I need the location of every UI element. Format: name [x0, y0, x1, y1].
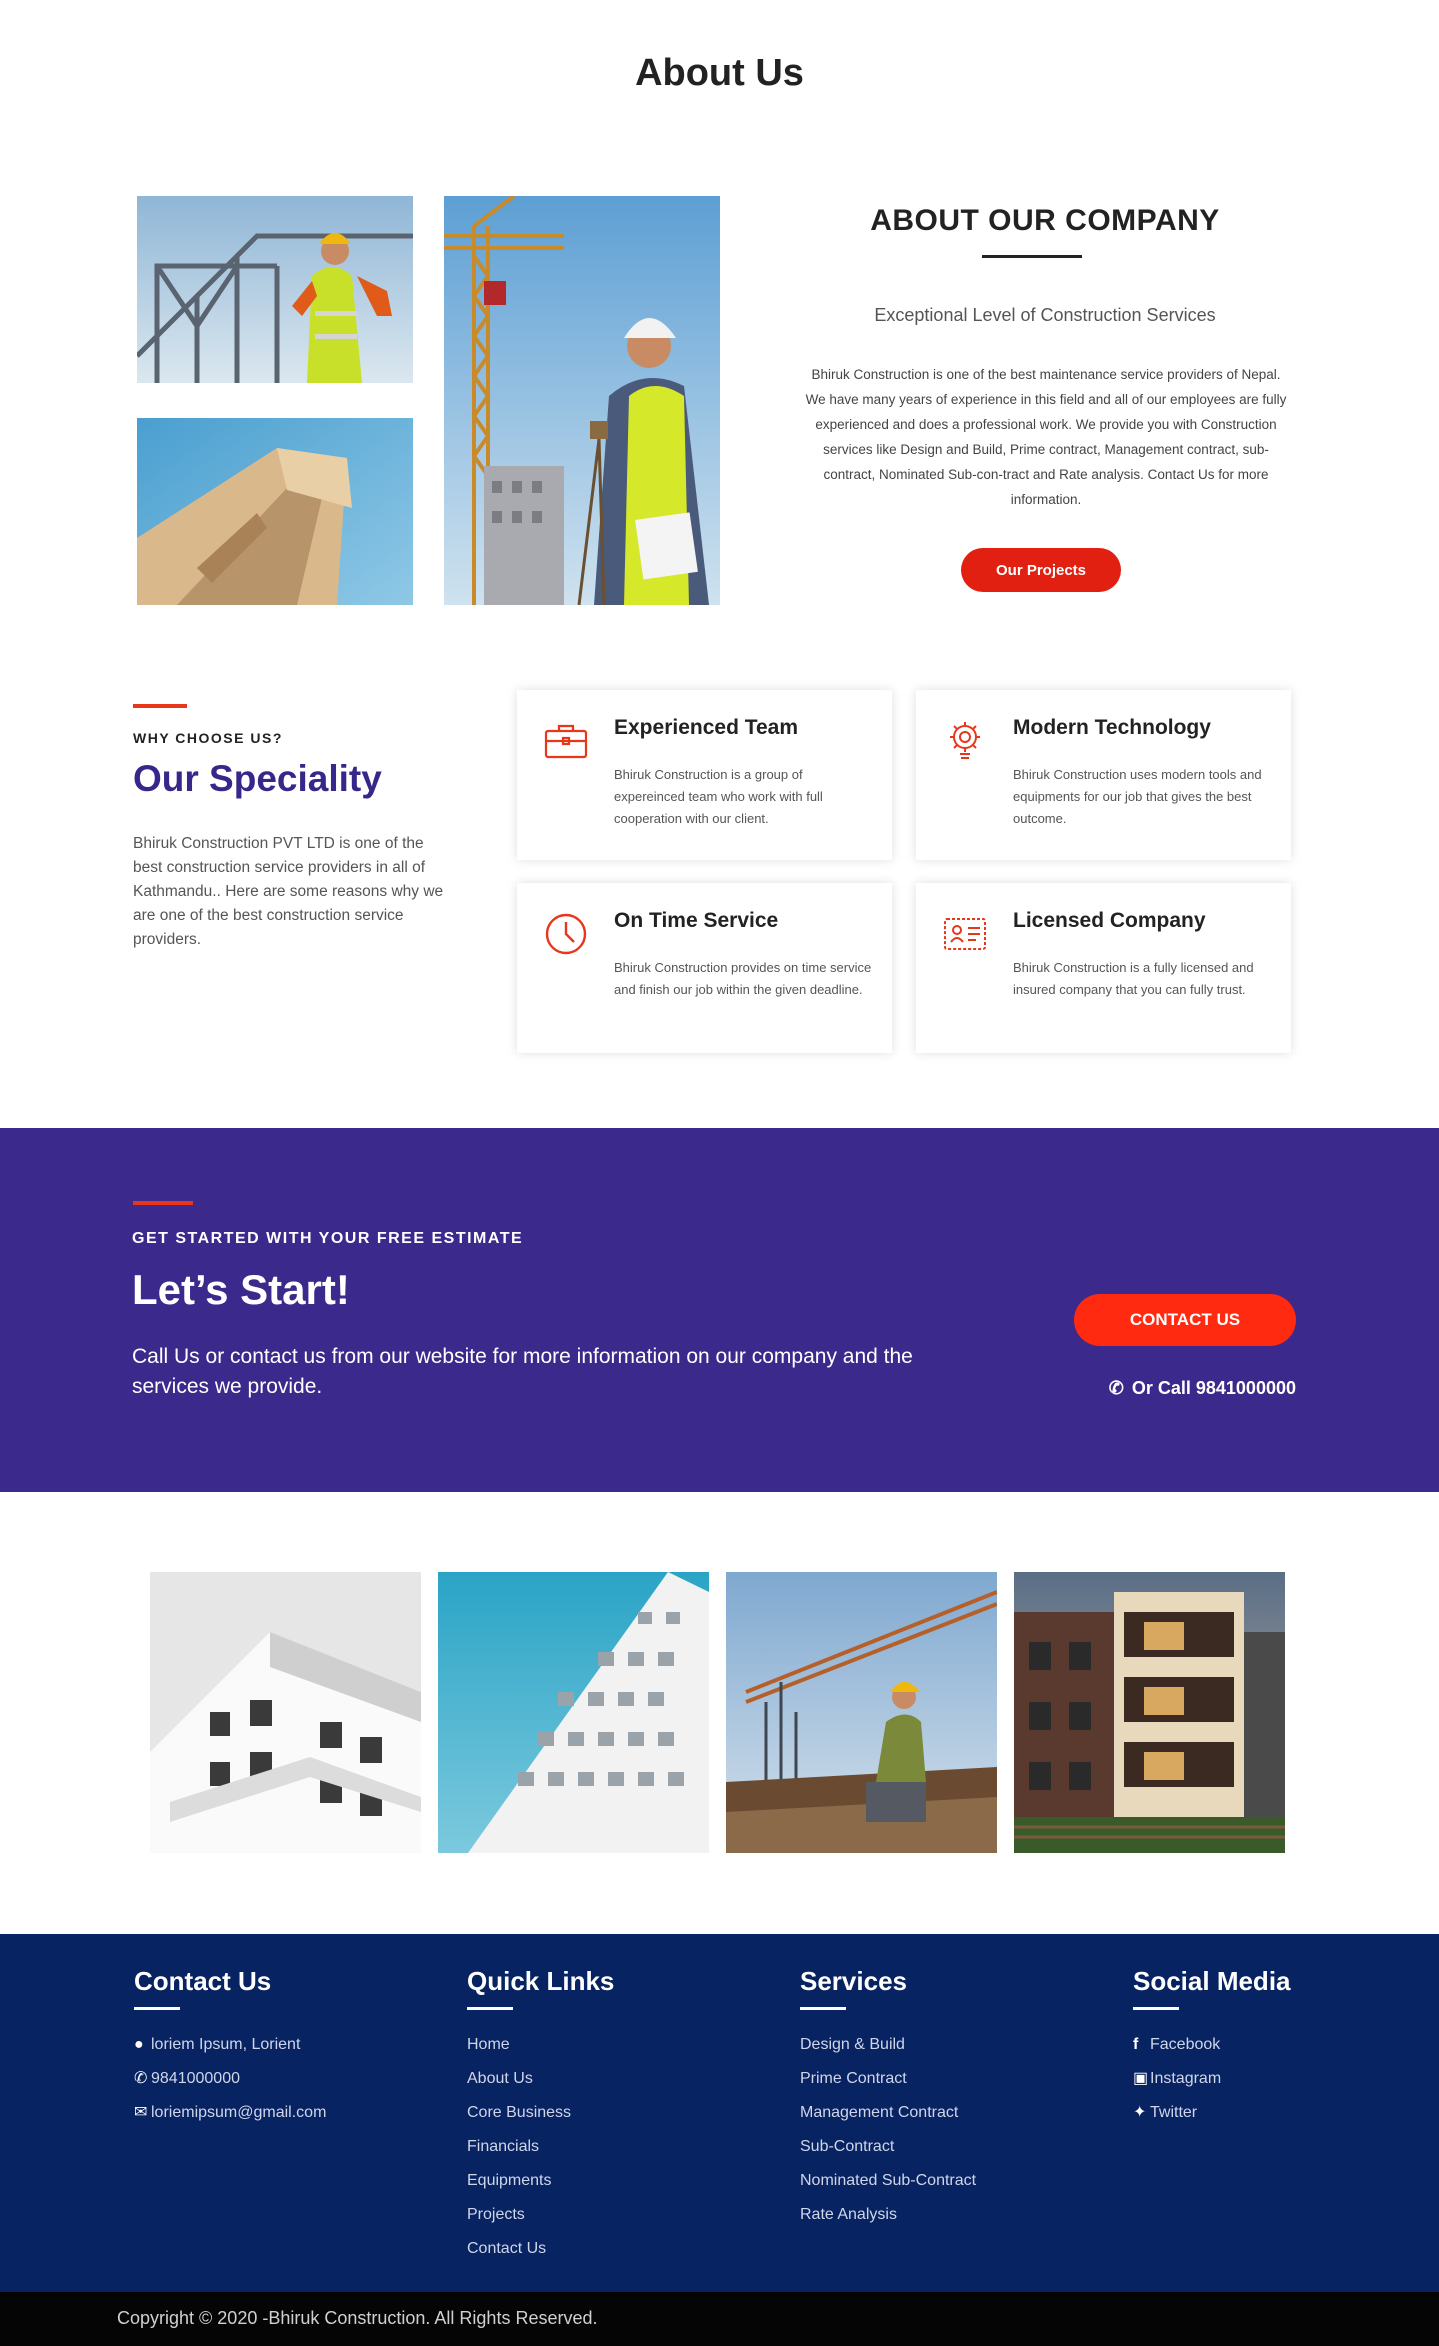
about-paragraph: Bhiruk Construction is one of the best m… — [805, 367, 1287, 507]
cta-section: GET STARTED WITH YOUR FREE ESTIMATE Let’… — [0, 1128, 1439, 1492]
page: About Us ABOUT OUR COMPANY Exceptional L… — [0, 0, 1439, 2346]
instagram-label: Instagram — [1150, 2070, 1222, 2087]
footer-link-projects[interactable]: Projects — [467, 2198, 614, 2232]
footer-service-design-build[interactable]: Design & Build — [800, 2028, 976, 2062]
twitter-label: Twitter — [1150, 2104, 1198, 2121]
footer-phone[interactable]: ✆ 9841000000 — [134, 2062, 326, 2096]
footer-services-column: Services Design & Build Prime Contract M… — [800, 1966, 976, 2232]
gallery-image-white-building — [150, 1572, 421, 1853]
footer-service-management-contract[interactable]: Management Contract — [800, 2096, 976, 2130]
footer-services-title: Services — [800, 1966, 907, 1996]
footer-service-sub-contract[interactable]: Sub-Contract — [800, 2130, 976, 2164]
feature-card-desc: Bhiruk Construction provides on time ser… — [614, 960, 872, 997]
footer-social-title: Social Media — [1133, 1966, 1291, 1996]
footer-email-text: loriemipsum@gmail.com — [151, 2104, 327, 2121]
footer-link-home[interactable]: Home — [467, 2028, 614, 2062]
gear-bulb-icon — [942, 718, 988, 764]
footer-link-financials[interactable]: Financials — [467, 2130, 614, 2164]
feature-card-experienced-team: Experienced Team Bhiruk Construction is … — [517, 690, 892, 860]
feature-card-title: Licensed Company — [1013, 909, 1206, 932]
clock-icon — [543, 911, 589, 957]
about-subtitle: Exceptional Level of Construction Servic… — [874, 305, 1216, 325]
footer-address: ● loriem Ipsum, Lorient — [134, 2028, 326, 2062]
footer-social-facebook[interactable]: f Facebook — [1133, 2028, 1291, 2062]
call-link[interactable]: ✆ Or Call 9841000000 — [1084, 1378, 1296, 1399]
feature-card-desc: Bhiruk Construction is a fully licensed … — [1013, 960, 1254, 997]
call-text: Or Call 9841000000 — [1131, 1378, 1296, 1398]
envelope-icon: ✉ — [134, 2104, 148, 2121]
footer-link-core-business[interactable]: Core Business — [467, 2096, 614, 2130]
speciality-heading: Our Speciality — [133, 758, 382, 799]
copyright-bar: Copyright © 2020 -Bhiruk Construction. A… — [0, 2292, 1439, 2346]
facebook-icon: f — [1133, 2036, 1139, 2053]
map-marker-icon: ● — [134, 2036, 144, 2053]
feature-card-on-time-service: On Time Service Bhiruk Construction prov… — [517, 883, 892, 1053]
footer-social-instagram[interactable]: ▣ Instagram — [1133, 2062, 1291, 2096]
cta-paragraph: Call Us or contact us from our website f… — [132, 1345, 913, 1398]
about-image-surveyor-crane — [444, 196, 720, 605]
footer-social-column: Social Media f Facebook ▣ Instagram ✦ Twitt… — [1133, 1966, 1291, 2130]
briefcase-icon — [543, 718, 589, 764]
cta-eyebrow: GET STARTED WITH YOUR FREE ESTIMATE — [132, 1230, 524, 1247]
about-heading: ABOUT OUR COMPANY — [870, 204, 1220, 237]
gallery-image-apartment — [1014, 1572, 1285, 1853]
cta-accent-bar — [133, 1201, 193, 1205]
our-projects-button[interactable]: Our Projects — [961, 548, 1121, 592]
feature-card-title: Experienced Team — [614, 716, 799, 739]
footer-service-nominated-sub-contract[interactable]: Nominated Sub-Contract — [800, 2164, 976, 2198]
contact-us-button[interactable]: CONTACT US — [1074, 1294, 1296, 1346]
footer: Contact Us ● loriem Ipsum, Lorient ✆ 98410… — [0, 1934, 1439, 2292]
about-image-building-angle — [137, 418, 413, 605]
about-image-worker-steel — [137, 196, 413, 383]
footer-contact-column: Contact Us ● loriem Ipsum, Lorient ✆ 98410… — [134, 1966, 326, 2130]
feature-card-desc: Bhiruk Construction uses modern tools an… — [1013, 767, 1262, 826]
speciality-paragraph: Bhiruk Construction PVT LTD is one of th… — [133, 835, 444, 948]
cta-heading: Let’s Start! — [132, 1266, 350, 1313]
footer-contact-title: Contact Us — [134, 1966, 272, 1996]
facebook-label: Facebook — [1150, 2036, 1221, 2053]
footer-title-underline — [467, 2007, 513, 2010]
phone-icon: ✆ — [1108, 1378, 1124, 1398]
feature-card-title: Modern Technology — [1013, 716, 1211, 739]
feature-card-desc: Bhiruk Construction is a group of expere… — [614, 767, 823, 826]
instagram-icon: ▣ — [1133, 2070, 1149, 2087]
gallery-image-tower-sky — [438, 1572, 709, 1853]
feature-card-licensed-company: Licensed Company Bhiruk Construction is … — [916, 883, 1291, 1053]
footer-title-underline — [134, 2007, 180, 2010]
footer-address-text: loriem Ipsum, Lorient — [151, 2036, 301, 2053]
about-heading-underline — [982, 255, 1082, 258]
feature-card-title: On Time Service — [614, 909, 779, 932]
license-icon — [942, 911, 988, 957]
page-title: About Us — [635, 52, 804, 94]
footer-social-twitter[interactable]: ✦ Twitter — [1133, 2096, 1291, 2130]
twitter-icon: ✦ — [1133, 2104, 1147, 2121]
feature-card-modern-technology: Modern Technology Bhiruk Construction us… — [916, 690, 1291, 860]
footer-title-underline — [800, 2007, 846, 2010]
footer-quick-links-title: Quick Links — [467, 1966, 615, 1996]
footer-title-underline — [1133, 2007, 1179, 2010]
footer-link-contact-us[interactable]: Contact Us — [467, 2232, 614, 2266]
why-eyebrow: WHY CHOOSE US? — [133, 730, 283, 746]
footer-service-rate-analysis[interactable]: Rate Analysis — [800, 2198, 976, 2232]
why-accent-bar — [133, 704, 187, 708]
footer-service-prime-contract[interactable]: Prime Contract — [800, 2062, 976, 2096]
copyright-text: Copyright © 2020 -Bhiruk Construction. A… — [117, 2308, 598, 2328]
footer-link-about-us[interactable]: About Us — [467, 2062, 614, 2096]
footer-quick-links-column: Quick Links Home About Us Core Business … — [467, 1966, 614, 2266]
footer-email[interactable]: ✉ loriemipsum@gmail.com — [134, 2096, 326, 2130]
footer-link-equipments[interactable]: Equipments — [467, 2164, 614, 2198]
footer-phone-text: 9841000000 — [151, 2070, 240, 2087]
phone-icon: ✆ — [134, 2070, 148, 2087]
gallery-image-worker-crane — [726, 1572, 997, 1853]
